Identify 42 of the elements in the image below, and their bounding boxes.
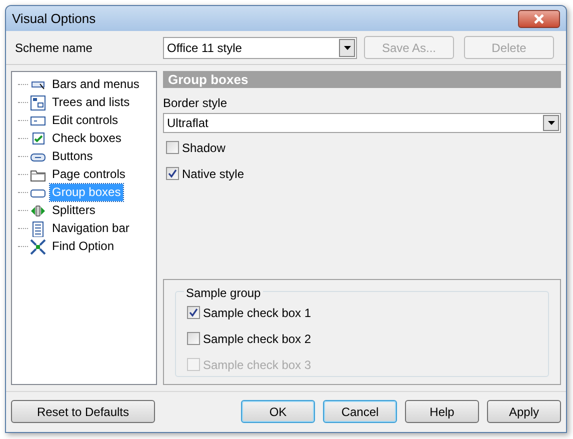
reset-button[interactable]: Reset to Defaults	[11, 400, 155, 424]
caret-icon	[344, 46, 350, 50]
list-icon	[30, 220, 46, 237]
help-button[interactable]: Help	[405, 400, 479, 424]
checkbox-icon	[30, 130, 46, 147]
close-icon	[533, 14, 545, 24]
section-header: Group boxes	[163, 70, 561, 88]
tree-icon	[30, 94, 46, 111]
dropdown-value: Office 11 style	[167, 40, 242, 57]
checkbox[interactable]	[187, 306, 200, 320]
tree-item[interactable]: Edit controls	[50, 112, 120, 130]
splitter-icon	[30, 202, 46, 219]
border-style-dropdown[interactable]: Ultraflat	[163, 112, 561, 133]
window-title: Visual Options	[12, 10, 96, 28]
cancel-button[interactable]: Cancel	[323, 400, 397, 424]
scheme-dropdown[interactable]: Office 11 style	[163, 36, 357, 59]
arrows-icon	[30, 238, 46, 255]
tree-item[interactable]: Page controls	[50, 166, 128, 184]
checkbox[interactable]	[166, 167, 179, 180]
border-style-label: Border style	[163, 94, 228, 112]
dropdown-arrow-button[interactable]	[339, 38, 355, 57]
checkbox-label: Sample check box 1	[203, 304, 312, 322]
checkbox-label: Sample check box 3	[203, 356, 312, 374]
tree-item[interactable]: Find Option	[50, 238, 116, 256]
scheme-name-label: Scheme name	[15, 40, 94, 57]
tree-item[interactable]: Bars and menus	[50, 76, 142, 94]
tree-item[interactable]: Buttons	[50, 148, 95, 166]
apply-button[interactable]: Apply	[487, 400, 561, 424]
caret-icon	[548, 120, 554, 125]
tree-item[interactable]: Navigation bar	[50, 220, 132, 238]
checkbox-label: Shadow	[182, 140, 226, 157]
checkbox-label: Native style	[182, 166, 244, 183]
ok-button[interactable]: OK	[241, 400, 315, 424]
checkbox[interactable]	[166, 141, 179, 154]
dropdown-arrow-button[interactable]	[543, 114, 559, 131]
tree-item[interactable]: Check boxes	[50, 130, 124, 148]
close-button[interactable]	[518, 10, 560, 28]
tree-item[interactable]: Splitters	[50, 202, 98, 220]
tree-item[interactable]: Trees and lists	[50, 94, 132, 112]
checkbox[interactable]	[187, 332, 200, 346]
checkbox-label: Sample check box 2	[203, 330, 312, 348]
dropdown-value: Ultraflat	[167, 114, 208, 132]
